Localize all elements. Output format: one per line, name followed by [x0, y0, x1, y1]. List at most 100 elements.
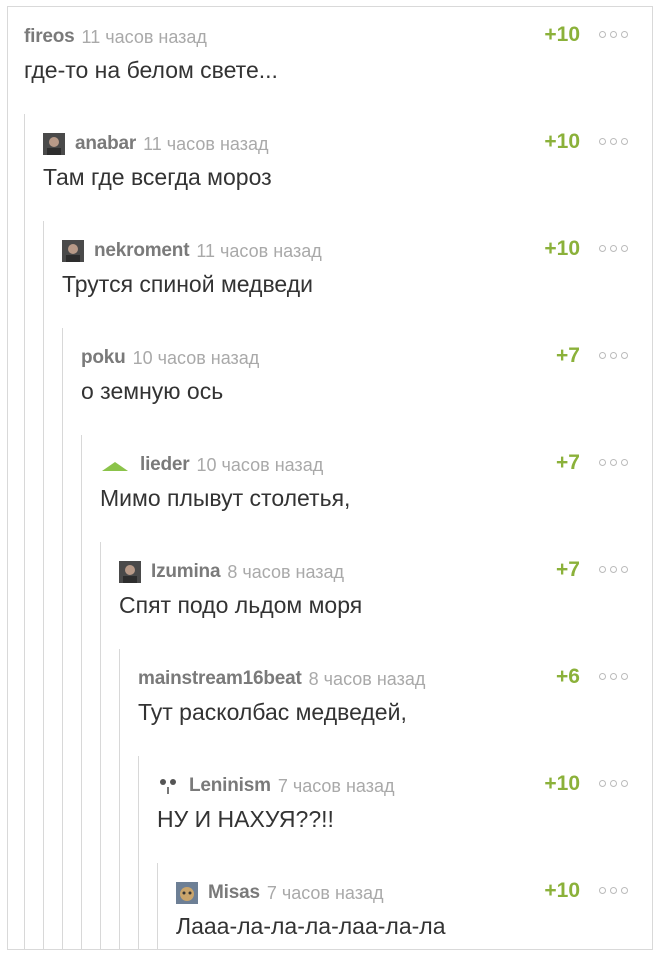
more-dots-icon[interactable] — [599, 138, 628, 145]
comment-text: Там где всегда мороз — [43, 164, 272, 190]
avatar[interactable] — [157, 775, 179, 797]
comment: poku 10 часов назад о земную ось +7 — [8, 328, 652, 435]
dot — [599, 245, 606, 252]
username-link[interactable]: Izumina — [151, 561, 221, 583]
dot — [599, 31, 606, 38]
dot — [599, 780, 606, 787]
thread-line[interactable] — [119, 863, 120, 949]
comment: Izumina 8 часов назад Спят подо льдом моря… — [8, 542, 652, 649]
dot — [599, 566, 606, 573]
thread-line[interactable] — [43, 542, 44, 649]
more-dots-icon[interactable] — [599, 352, 628, 359]
thread-line[interactable] — [62, 649, 63, 756]
dot — [610, 887, 617, 894]
comment-text: Лааа-ла-ла-ла-лаа-ла-ла — [176, 913, 446, 939]
username-link[interactable]: Leninism — [189, 775, 271, 797]
comment-timestamp[interactable]: 10 часов назад — [133, 348, 260, 369]
thread-line[interactable] — [119, 649, 120, 756]
comment-timestamp[interactable]: 11 часов назад — [82, 27, 207, 48]
avatar[interactable] — [119, 561, 141, 583]
dot — [599, 459, 606, 466]
thread-line[interactable] — [43, 435, 44, 542]
dot — [610, 245, 617, 252]
thread-line[interactable] — [24, 221, 25, 328]
thread-line[interactable] — [81, 435, 82, 542]
thread-line[interactable] — [24, 863, 25, 949]
comment-text: Трутся спиной медведи — [62, 271, 313, 297]
username-link[interactable]: poku — [81, 347, 126, 369]
more-dots-icon[interactable] — [599, 780, 628, 787]
thread-line[interactable] — [62, 435, 63, 542]
thread-line[interactable] — [100, 863, 101, 949]
dot — [610, 673, 617, 680]
dot — [621, 566, 628, 573]
comment-rating: +6 — [556, 665, 580, 688]
comments-thread: fireos 11 часов назад где-то на белом свет… — [7, 6, 653, 950]
thread-line[interactable] — [62, 328, 63, 435]
comment-timestamp[interactable]: 8 часов назад — [227, 562, 344, 583]
comment-timestamp[interactable]: 7 часов назад — [278, 776, 395, 797]
comment-timestamp[interactable]: 11 часов назад — [143, 134, 268, 155]
comment-timestamp[interactable]: 10 часов назад — [197, 455, 324, 476]
dot — [610, 31, 617, 38]
comment-rating: +7 — [556, 451, 580, 474]
username-link[interactable]: Misas — [208, 882, 260, 904]
thread-line[interactable] — [43, 756, 44, 863]
more-dots-icon[interactable] — [599, 31, 628, 38]
more-dots-icon[interactable] — [599, 673, 628, 680]
dot — [621, 245, 628, 252]
thread-line[interactable] — [138, 863, 139, 949]
username-link[interactable]: anabar — [75, 133, 136, 155]
thread-line[interactable] — [24, 114, 25, 221]
comment: mainstream16beat 8 часов назад Тут расколб… — [8, 649, 652, 756]
comment: Misas 7 часов назад Лааа-ла-ла-ла-лаа-ла-л… — [8, 863, 652, 949]
thread-line[interactable] — [81, 542, 82, 649]
comment-timestamp[interactable]: 8 часов назад — [309, 669, 426, 690]
thread-line[interactable] — [43, 863, 44, 949]
comment: Leninism 7 часов назад НУ И НАХУЯ??!! +10 — [8, 756, 652, 863]
thread-line[interactable] — [24, 435, 25, 542]
dot — [599, 673, 606, 680]
thread-line[interactable] — [157, 863, 158, 949]
thread-line[interactable] — [43, 649, 44, 756]
dot — [621, 352, 628, 359]
more-dots-icon[interactable] — [599, 566, 628, 573]
comment-rating: +10 — [544, 879, 580, 902]
thread-line[interactable] — [119, 756, 120, 863]
thread-line[interactable] — [100, 542, 101, 649]
dot — [610, 138, 617, 145]
comment: lieder 10 часов назад Мимо плывут столетья… — [8, 435, 652, 542]
avatar[interactable] — [43, 133, 65, 155]
dot — [621, 31, 628, 38]
thread-line[interactable] — [62, 756, 63, 863]
comment-timestamp[interactable]: 7 часов назад — [267, 883, 384, 904]
thread-line[interactable] — [43, 221, 44, 328]
thread-line[interactable] — [138, 756, 139, 863]
thread-line[interactable] — [62, 863, 63, 949]
thread-line[interactable] — [100, 756, 101, 863]
avatar[interactable] — [100, 454, 130, 476]
thread-line[interactable] — [24, 649, 25, 756]
thread-line[interactable] — [81, 863, 82, 949]
more-dots-icon[interactable] — [599, 887, 628, 894]
thread-line[interactable] — [81, 756, 82, 863]
comment-text: Спят подо льдом моря — [119, 592, 363, 618]
comment-timestamp[interactable]: 11 часов назад — [196, 241, 321, 262]
comment-rating: +10 — [544, 23, 580, 46]
comment: anabar 11 часов назад Там где всегда мороз… — [8, 114, 652, 221]
thread-line[interactable] — [43, 328, 44, 435]
thread-line[interactable] — [24, 756, 25, 863]
thread-line[interactable] — [62, 542, 63, 649]
username-link[interactable]: mainstream16beat — [138, 668, 302, 690]
more-dots-icon[interactable] — [599, 459, 628, 466]
username-link[interactable]: lieder — [140, 454, 190, 476]
username-link[interactable]: nekroment — [94, 240, 190, 262]
avatar[interactable] — [176, 882, 198, 904]
username-link[interactable]: fireos — [24, 26, 75, 48]
thread-line[interactable] — [81, 649, 82, 756]
more-dots-icon[interactable] — [599, 245, 628, 252]
thread-line[interactable] — [100, 649, 101, 756]
avatar[interactable] — [62, 240, 84, 262]
thread-line[interactable] — [24, 328, 25, 435]
thread-line[interactable] — [24, 542, 25, 649]
